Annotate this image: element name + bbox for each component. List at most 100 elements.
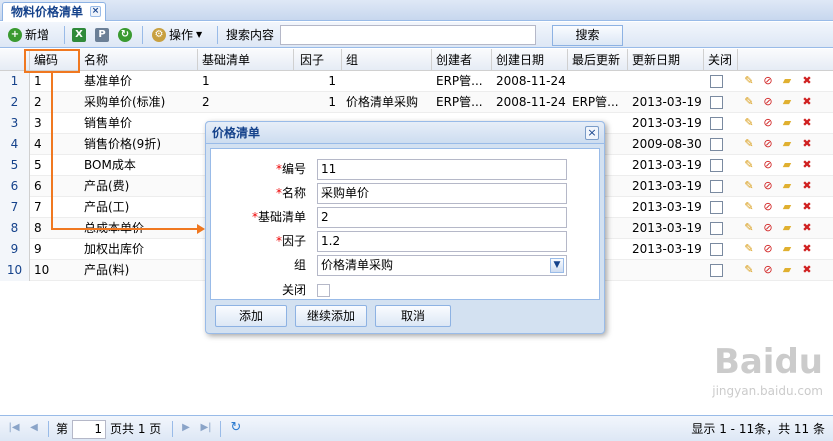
row-number: 1 (0, 71, 30, 92)
column-header-creator[interactable]: 创建者 (432, 49, 492, 71)
delete-icon[interactable]: ✖ (800, 95, 814, 109)
delete-icon[interactable]: ✖ (800, 242, 814, 256)
disable-icon[interactable]: ⊘ (761, 116, 775, 130)
next-page-icon[interactable]: ▶ (180, 422, 192, 434)
closed-checkbox[interactable] (710, 138, 723, 151)
actions-menu-button[interactable]: ⚙ 操作 ▼ (152, 25, 202, 45)
previous-page-icon[interactable]: ◀ (28, 422, 40, 434)
closed-checkbox[interactable] (710, 180, 723, 193)
tab-price-list[interactable]: 物料价格清单 × (2, 2, 107, 21)
folder-icon[interactable]: ▰ (780, 263, 794, 277)
export-excel-button[interactable]: X (72, 25, 86, 45)
table-row[interactable]: 2 2 采购单价(标准) 2 1 价格清单采购 ERP管... 2008-11-24 ERP管.… (0, 92, 833, 113)
cell-name: 产品(工) (84, 200, 130, 214)
closed-checkbox[interactable] (710, 243, 723, 256)
dialog-add-button[interactable]: 添加 (215, 305, 287, 327)
page-number-input[interactable]: 1 (72, 420, 106, 439)
base-list-field-label: *基础清单 (251, 210, 306, 224)
edit-icon[interactable]: ✎ (742, 263, 756, 277)
delete-icon[interactable]: ✖ (800, 158, 814, 172)
edit-icon[interactable]: ✎ (742, 158, 756, 172)
delete-icon[interactable]: ✖ (800, 179, 814, 193)
disable-icon[interactable]: ⊘ (761, 74, 775, 88)
edit-icon[interactable]: ✎ (742, 95, 756, 109)
base-list-field[interactable]: 2 (317, 207, 567, 228)
row-number: 6 (0, 176, 30, 197)
folder-icon[interactable]: ▰ (780, 200, 794, 214)
closed-checkbox[interactable] (710, 75, 723, 88)
tab-close-icon[interactable]: × (90, 6, 102, 17)
column-header-group[interactable]: 组 (342, 49, 432, 71)
name-field[interactable]: 采购单价 (317, 183, 567, 204)
delete-icon[interactable]: ✖ (800, 137, 814, 151)
delete-icon[interactable]: ✖ (800, 74, 814, 88)
factor-field[interactable]: 1.2 (317, 231, 567, 252)
disable-icon[interactable]: ⊘ (761, 200, 775, 214)
disable-icon[interactable]: ⊘ (761, 137, 775, 151)
first-page-icon[interactable]: |◀ (8, 422, 20, 434)
search-button[interactable]: 搜索 (552, 25, 623, 46)
table-row[interactable]: 1 1 基准单价 1 1 ERP管... 2008-11-24 ✎ ⊘ ▰ ✖ (0, 71, 833, 92)
disable-icon[interactable]: ⊘ (761, 221, 775, 235)
search-input[interactable] (280, 25, 536, 45)
cell-factor: 1 (328, 74, 336, 88)
folder-icon[interactable]: ▰ (780, 242, 794, 256)
column-header-updater[interactable]: 最后更新 (568, 49, 628, 71)
close-icon[interactable]: × (585, 126, 599, 140)
row-number: 8 (0, 218, 30, 239)
dialog-cancel-button[interactable]: 取消 (375, 305, 451, 327)
edit-icon[interactable]: ✎ (742, 74, 756, 88)
edit-icon[interactable]: ✎ (742, 179, 756, 193)
column-header-created[interactable]: 创建日期 (492, 49, 568, 71)
folder-icon[interactable]: ▰ (780, 158, 794, 172)
disable-icon[interactable]: ⊘ (761, 95, 775, 109)
edit-icon[interactable]: ✎ (742, 137, 756, 151)
column-header-base[interactable]: 基础清单 (198, 49, 294, 71)
column-header-updated[interactable]: 更新日期 (628, 49, 704, 71)
last-page-icon[interactable]: ▶| (200, 422, 212, 434)
add-label: 新增 (25, 28, 50, 42)
closed-checkbox[interactable] (710, 96, 723, 109)
folder-icon[interactable]: ▰ (780, 95, 794, 109)
disable-icon[interactable]: ⊘ (761, 179, 775, 193)
closed-checkbox[interactable] (317, 284, 330, 297)
dialog-title[interactable]: 价格清单 (206, 122, 604, 144)
group-select[interactable]: 价格清单采购 ▼ (317, 255, 567, 276)
disable-icon[interactable]: ⊘ (761, 242, 775, 256)
refresh-button[interactable]: ↻ (118, 25, 132, 45)
closed-checkbox[interactable] (710, 117, 723, 130)
chevron-down-icon[interactable]: ▼ (550, 258, 564, 273)
closed-checkbox[interactable] (710, 264, 723, 277)
highlight-connector (51, 228, 199, 230)
edit-icon[interactable]: ✎ (742, 221, 756, 235)
closed-checkbox[interactable] (710, 222, 723, 235)
code-field[interactable]: 11 (317, 159, 567, 180)
add-button[interactable]: + 新增 (8, 25, 49, 45)
folder-icon[interactable]: ▰ (780, 179, 794, 193)
delete-icon[interactable]: ✖ (800, 221, 814, 235)
folder-icon[interactable]: ▰ (780, 137, 794, 151)
delete-icon[interactable]: ✖ (800, 200, 814, 214)
disable-icon[interactable]: ⊘ (761, 158, 775, 172)
edit-icon[interactable]: ✎ (742, 242, 756, 256)
folder-icon[interactable]: ▰ (780, 74, 794, 88)
edit-icon[interactable]: ✎ (742, 200, 756, 214)
delete-icon[interactable]: ✖ (800, 116, 814, 130)
delete-icon[interactable]: ✖ (800, 263, 814, 277)
closed-checkbox[interactable] (710, 201, 723, 214)
cell-name: BOM成本 (84, 158, 136, 172)
edit-icon[interactable]: ✎ (742, 116, 756, 130)
page-count-text: 页共 1 页 (110, 422, 162, 436)
closed-checkbox[interactable] (710, 159, 723, 172)
refresh-icon[interactable]: ↻ (230, 421, 242, 434)
column-header-name[interactable]: 名称 (80, 49, 198, 71)
pager-separator (172, 421, 173, 437)
disable-icon[interactable]: ⊘ (761, 263, 775, 277)
column-header-closed[interactable]: 关闭 (704, 49, 738, 71)
folder-icon[interactable]: ▰ (780, 116, 794, 130)
cell-updated: 2013-03-19 (632, 221, 702, 235)
column-header-factor[interactable]: 因子 (294, 49, 342, 71)
dialog-continue-add-button[interactable]: 继续添加 (295, 305, 367, 327)
print-button[interactable]: P (95, 25, 109, 45)
folder-icon[interactable]: ▰ (780, 221, 794, 235)
